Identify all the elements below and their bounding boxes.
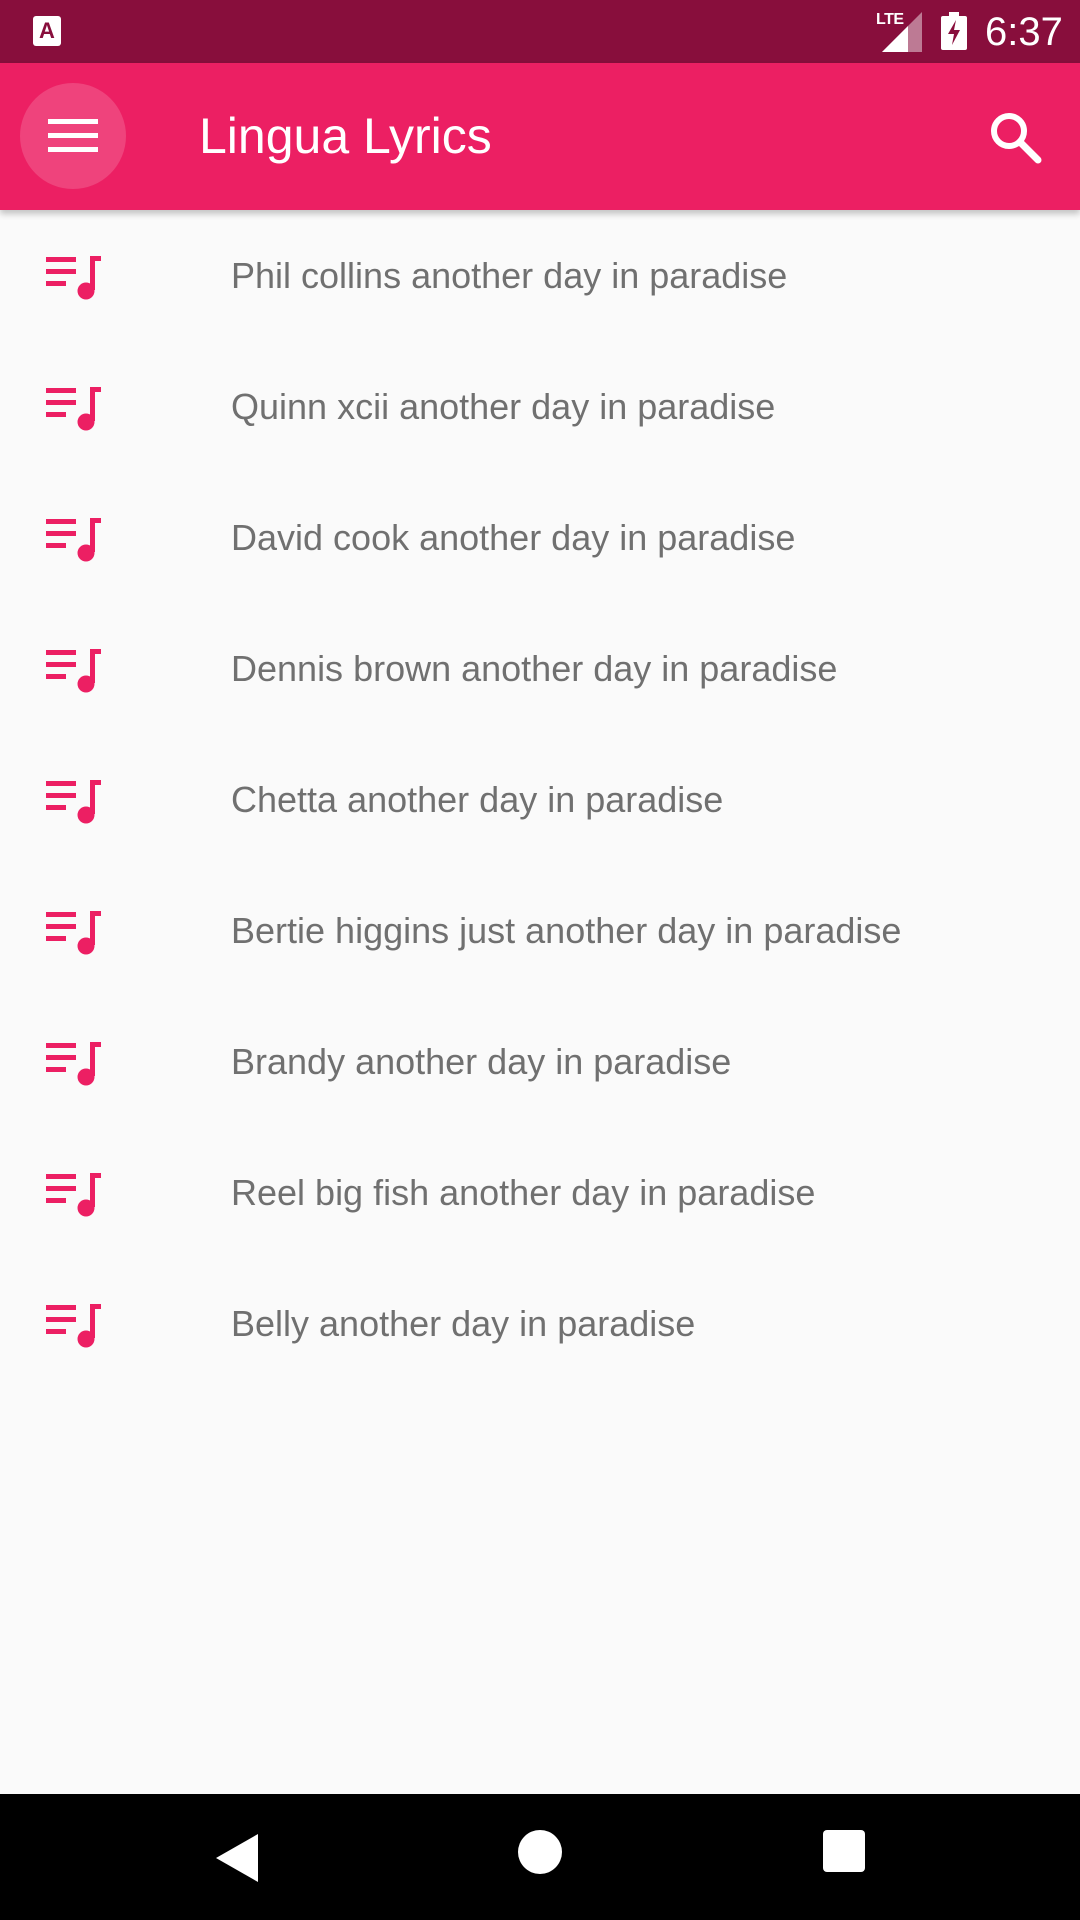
- app-notification-icon: A: [33, 16, 61, 46]
- menu-button[interactable]: [20, 83, 126, 189]
- list-item-label: Quinn xcii another day in paradise: [231, 386, 776, 427]
- list-item[interactable]: Chetta another day in paradise: [0, 734, 1080, 865]
- list-item[interactable]: Belly another day in paradise: [0, 1258, 1080, 1389]
- app-bar: Lingua Lyrics: [0, 63, 1080, 210]
- playlist-music-icon: [46, 387, 101, 431]
- list-item-label: David cook another day in paradise: [231, 517, 796, 558]
- list-item-label: Dennis brown another day in paradise: [231, 648, 838, 689]
- list-item-label: Phil collins another day in paradise: [231, 255, 788, 296]
- system-nav-bar: [0, 1794, 1080, 1920]
- list-item[interactable]: Bertie higgins just another day in parad…: [0, 865, 1080, 996]
- list-item-label: Bertie higgins just another day in parad…: [231, 910, 902, 951]
- back-triangle-icon[interactable]: [212, 1832, 260, 1884]
- hamburger-menu-icon: [48, 119, 98, 152]
- list-item-label: Belly another day in paradise: [231, 1303, 696, 1344]
- notification-glyph: A: [39, 18, 55, 43]
- playlist-music-icon: [46, 518, 101, 562]
- search-button[interactable]: [975, 97, 1055, 177]
- page-title: Lingua Lyrics: [199, 108, 492, 164]
- playlist-music-icon: [46, 1304, 101, 1348]
- battery-charging-icon: [941, 12, 967, 50]
- list-item[interactable]: Dennis brown another day in paradise: [0, 603, 1080, 734]
- list-item[interactable]: David cook another day in paradise: [0, 472, 1080, 603]
- list-item-label: Reel big fish another day in paradise: [231, 1172, 816, 1213]
- search-icon: [991, 113, 1042, 164]
- list-item[interactable]: Phil collins another day in paradise: [0, 210, 1080, 341]
- network-type-label: LTE: [876, 11, 904, 28]
- playlist-music-icon: [46, 256, 101, 300]
- playlist-music-icon: [46, 780, 101, 824]
- song-list: Phil collins another day in paradise Qui…: [0, 210, 1080, 1389]
- playlist-music-icon: [46, 1042, 101, 1086]
- list-item-label: Brandy another day in paradise: [231, 1041, 732, 1082]
- home-circle-icon[interactable]: [518, 1830, 562, 1874]
- playlist-music-icon: [46, 649, 101, 693]
- playlist-music-icon: [46, 911, 101, 955]
- status-clock: 6:37: [985, 10, 1063, 54]
- list-item[interactable]: Quinn xcii another day in paradise: [0, 341, 1080, 472]
- status-bar: A LTE 6:37: [0, 0, 1080, 63]
- list-item-label: Chetta another day in paradise: [231, 779, 724, 820]
- recents-square-icon[interactable]: [823, 1830, 865, 1872]
- list-item[interactable]: Brandy another day in paradise: [0, 996, 1080, 1127]
- playlist-music-icon: [46, 1173, 101, 1217]
- list-item[interactable]: Reel big fish another day in paradise: [0, 1127, 1080, 1258]
